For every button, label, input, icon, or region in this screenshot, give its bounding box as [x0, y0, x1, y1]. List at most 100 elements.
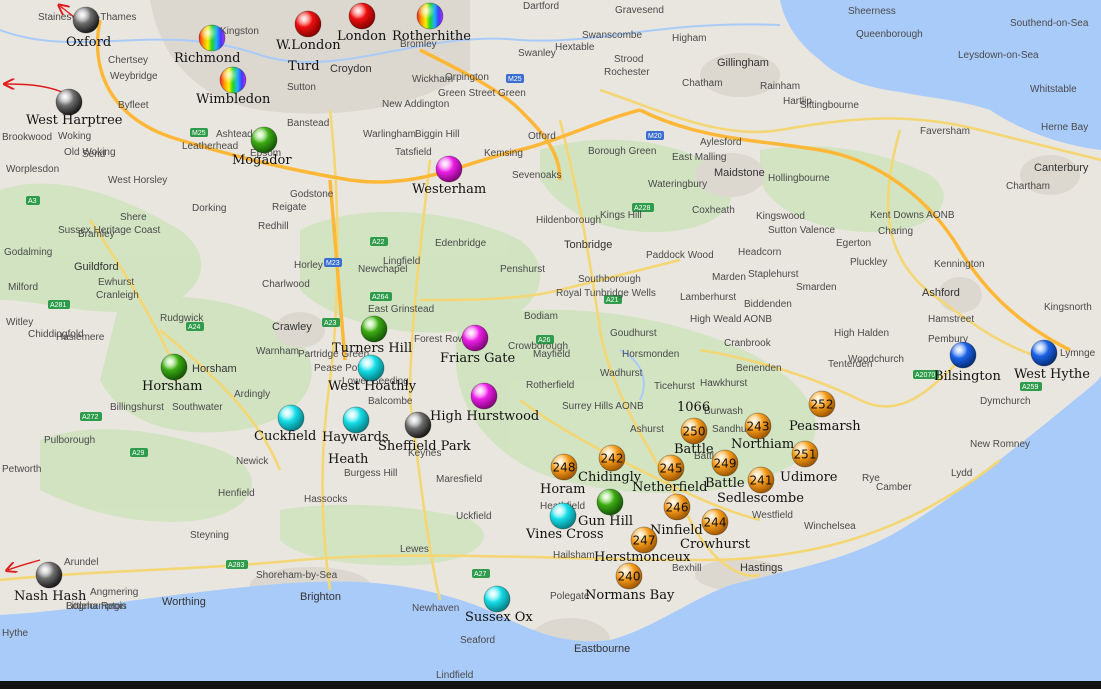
place-label: Burgess Hill: [344, 468, 397, 479]
place-label: Canterbury: [1034, 162, 1089, 174]
place-label: Crawley: [272, 321, 312, 333]
place-label: New Romney: [970, 439, 1030, 450]
marker-label: West Hythe: [1014, 367, 1090, 382]
marker-label: Sheffield Park: [378, 439, 471, 454]
marker-label: Bilsington: [934, 369, 1001, 384]
place-label: Woodchurch: [848, 354, 904, 365]
marker-shine: [295, 11, 321, 37]
place-label: Petworth: [2, 464, 41, 475]
place-label: Hawkhurst: [700, 378, 747, 389]
marker-shine: [462, 325, 488, 351]
marker-label: Oxford: [66, 35, 111, 50]
place-label: Green Street Green: [438, 88, 526, 99]
road-shield: A259: [1022, 384, 1038, 391]
place-label: Maidstone: [714, 167, 765, 179]
place-label: Worplesdon: [6, 164, 59, 175]
marker-label: London: [337, 29, 387, 44]
place-label: Biddenden: [744, 299, 792, 310]
place-label: Arundel: [64, 557, 98, 568]
place-label: Ewhurst: [98, 277, 134, 288]
marker-shine: [220, 67, 246, 93]
place-label: Camber: [876, 482, 912, 493]
place-label: Edenbridge: [435, 238, 487, 249]
marker-label: Rotherhithe: [392, 29, 471, 44]
place-label: Shoreham-by-Sea: [256, 570, 338, 581]
place-label: Horsham: [192, 363, 237, 375]
place-label: Swanley: [518, 48, 556, 59]
road-shield: A283: [228, 562, 244, 569]
place-label: Pluckley: [850, 257, 887, 268]
place-label: Newhaven: [412, 603, 459, 614]
place-label: Henfield: [218, 488, 255, 499]
marker-number: 252: [811, 398, 834, 412]
place-label: Egerton: [836, 238, 871, 249]
marker-number: 247: [633, 534, 656, 548]
place-label: Redhill: [258, 221, 289, 232]
place-label: Witley: [6, 317, 33, 328]
place-label: Smarden: [796, 282, 837, 293]
place-label: Kingston: [220, 26, 259, 37]
place-label: Sutton: [287, 82, 316, 93]
marker-label: Wimbledon: [196, 92, 271, 107]
place-label: Gillingham: [717, 57, 769, 69]
place-label: Milford: [8, 282, 38, 293]
place-label: Cranbrook: [724, 338, 772, 349]
place-label: Forest Row: [414, 334, 466, 345]
road-shield: A264: [372, 294, 388, 301]
place-label: Guildford: [74, 261, 119, 273]
place-label: Southend-on-Sea: [1010, 18, 1089, 29]
road-shield: A272: [82, 414, 98, 421]
place-label: High Weald AONB: [690, 314, 772, 325]
marker-number: 241: [750, 474, 773, 488]
place-label: Steyning: [190, 530, 229, 541]
place-label: Rainham: [760, 81, 800, 92]
marker-label: Friars Gate: [440, 351, 516, 366]
marker-label: Turners Hill: [332, 341, 412, 356]
place-label: Hamstreet: [928, 314, 974, 325]
place-label: Godstone: [290, 189, 334, 200]
marker-label: Sedlescombe: [717, 491, 804, 506]
road-shield: A23: [324, 320, 337, 327]
road-shield: M20: [648, 133, 662, 140]
place-label: Sevenoaks: [512, 170, 561, 181]
place-label: Otford: [528, 131, 556, 142]
place-label: Charlwood: [262, 279, 310, 290]
marker-label: Udimore: [780, 470, 838, 485]
place-label: Biggin Hill: [415, 129, 459, 140]
marker-shine: [358, 355, 384, 381]
place-label: Chartham: [1006, 181, 1050, 192]
road-shield: M23: [326, 260, 340, 267]
marker-label: Horsham: [142, 379, 203, 394]
place-label: Kennington: [934, 259, 985, 270]
marker-number: 246: [666, 501, 689, 515]
place-label: Horsmonden: [622, 349, 679, 360]
place-label: Polegate: [550, 591, 590, 602]
place-label: Rudgwick: [160, 313, 204, 324]
place-label: Marden: [712, 272, 746, 283]
marker-label: Westerham: [412, 182, 486, 197]
place-label: Maresfield: [436, 474, 482, 485]
place-label: Brookwood: [2, 132, 52, 143]
place-label: Benenden: [736, 363, 782, 374]
place-label: Headcorn: [738, 247, 781, 258]
marker-label: West Hoathly: [328, 379, 417, 394]
place-label: Pulborough: [44, 435, 95, 446]
map-canvas[interactable]: M25 M25 M20 M23 A23 A22 A264 A26 A21 A22…: [0, 0, 1101, 689]
place-label: Woking: [58, 131, 91, 142]
marker-shine: [417, 3, 443, 29]
place-label: Goudhurst: [610, 328, 657, 339]
marker-number: 240: [618, 570, 641, 584]
place-label: Gravesend: [615, 5, 664, 16]
place-label: Sheerness: [848, 6, 896, 17]
marker-label: Ninfield: [650, 523, 703, 538]
place-label: Staplehurst: [748, 269, 799, 280]
place-label: Paddock Wood: [646, 250, 714, 261]
marker-shine: [161, 354, 187, 380]
place-label: Newick: [236, 456, 269, 467]
marker-number: 242: [601, 452, 624, 466]
marker-label: High Hurstwood: [430, 409, 539, 424]
marker-shine: [73, 7, 99, 33]
place-label: Reigate: [272, 202, 307, 213]
place-label: Uckfield: [456, 511, 492, 522]
marker-shine: [349, 3, 375, 29]
